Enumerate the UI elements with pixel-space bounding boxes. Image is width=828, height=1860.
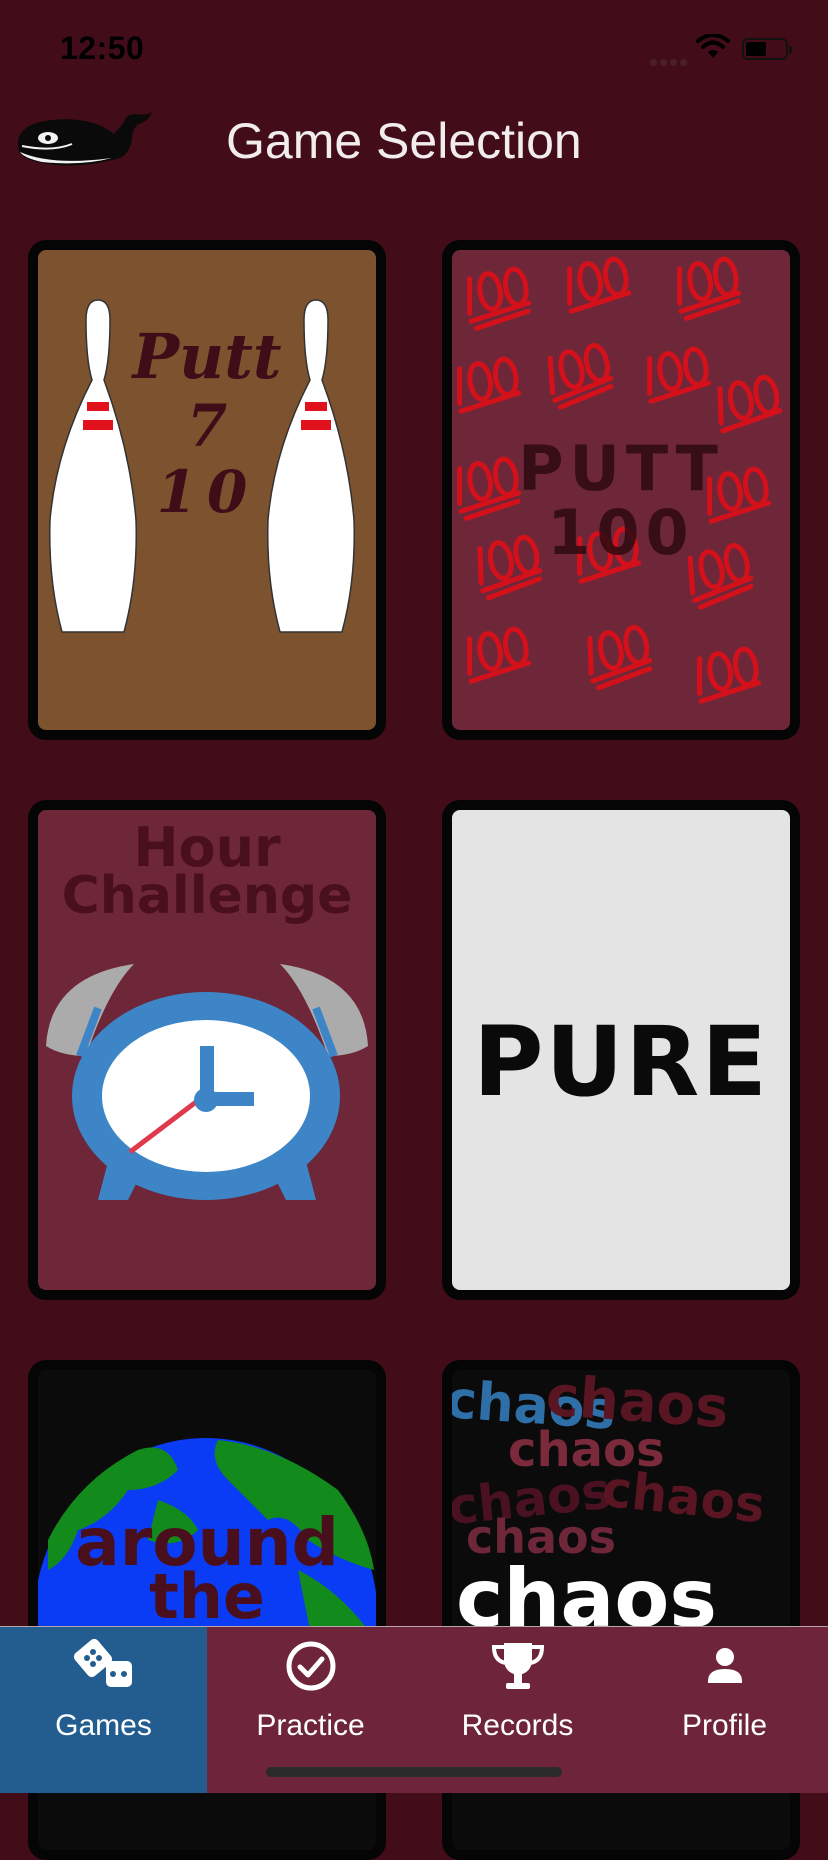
wifi-icon <box>696 33 730 65</box>
putt-100-number: 100 <box>547 496 695 569</box>
home-indicator[interactable] <box>266 1767 562 1777</box>
status-bar: 12:50 <box>0 0 828 100</box>
person-icon <box>698 1639 752 1698</box>
tab-games-label: Games <box>55 1709 152 1742</box>
putt-title: Putt <box>132 320 282 393</box>
chaos-word-4: chaos <box>599 1459 768 1535</box>
game-card-hour-challenge[interactable]: Hour Challenge <box>28 800 386 1300</box>
game-card-pure[interactable]: PURE <box>442 800 800 1300</box>
tab-profile-label: Profile <box>681 1709 768 1742</box>
game-card-putt-7-10-art: Putt 7 10 <box>38 250 376 730</box>
putt-number-10: 10 <box>156 458 258 526</box>
tab-practice-label: Practice <box>256 1709 365 1742</box>
pure-title: PURE <box>473 1006 769 1118</box>
challenge-title: Challenge <box>61 866 353 926</box>
game-card-putt-7-10[interactable]: Putt 7 10 <box>28 240 386 740</box>
game-card-hour-challenge-art: Hour Challenge <box>38 810 376 1290</box>
tab-records-label: Records <box>461 1709 574 1742</box>
the-title: the <box>149 1560 265 1633</box>
header: Game Selection <box>0 100 828 210</box>
alarm-clock-icon <box>46 964 368 1200</box>
game-card-putt-100[interactable]: PUTT 100 <box>442 240 800 740</box>
putt-100-title: PUTT <box>518 432 724 505</box>
trophy-icon <box>488 1639 548 1698</box>
battery-icon <box>742 38 792 60</box>
cellular-signal-icon <box>650 53 690 71</box>
game-card-pure-art: PURE <box>452 810 790 1290</box>
whale-logo-icon <box>12 108 154 175</box>
game-card-putt-100-art: PUTT 100 <box>452 250 790 730</box>
tab-profile[interactable]: Profile <box>621 1627 828 1793</box>
page-title: Game Selection <box>226 113 582 169</box>
status-time: 12:50 <box>60 30 145 66</box>
check-circle-icon <box>284 1639 338 1698</box>
putt-number-7: 7 <box>186 392 228 460</box>
dice-icon <box>72 1638 136 1698</box>
tab-games[interactable]: Games <box>0 1627 207 1793</box>
